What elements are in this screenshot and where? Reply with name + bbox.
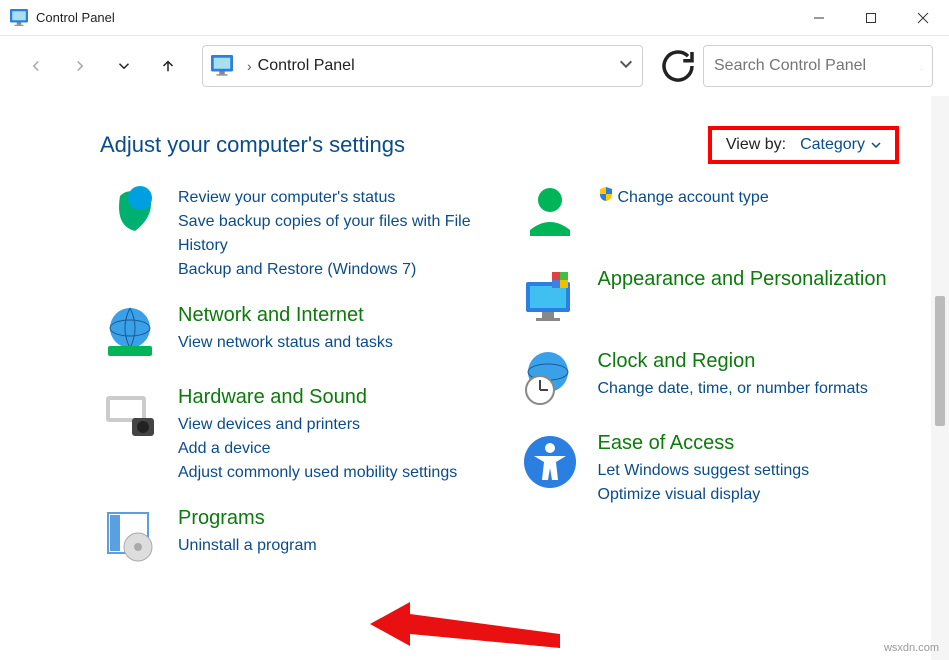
link-review-status[interactable]: Review your computer's status: [178, 186, 480, 210]
link-devices-printers[interactable]: View devices and printers: [178, 413, 480, 437]
recent-dropdown[interactable]: [104, 46, 144, 86]
category-security: Review your computer's status Save backu…: [100, 186, 480, 282]
refresh-button[interactable]: [657, 45, 699, 87]
chevron-down-icon: [871, 142, 881, 148]
ease-of-access-icon: [520, 432, 580, 492]
link-change-account[interactable]: Change account type: [598, 186, 900, 210]
minimize-button[interactable]: [793, 0, 845, 36]
category-network: Network and Internet View network status…: [100, 304, 480, 364]
title-programs[interactable]: Programs: [178, 507, 480, 530]
window-controls: [793, 0, 949, 36]
main-content: Adjust your computer's settings View by:…: [0, 96, 949, 660]
appearance-icon: [520, 268, 580, 328]
search-icon: [921, 57, 922, 75]
network-icon: [100, 304, 160, 364]
category-hardware: Hardware and Sound View devices and prin…: [100, 386, 480, 485]
link-backup-restore[interactable]: Backup and Restore (Windows 7): [178, 258, 480, 282]
category-clock: Clock and Region Change date, time, or n…: [520, 350, 900, 410]
title-ease[interactable]: Ease of Access: [598, 432, 900, 455]
search-box[interactable]: [703, 45, 933, 87]
column-right: Change account type Appearance and Perso…: [520, 194, 900, 589]
programs-icon: [100, 507, 160, 567]
scrollbar[interactable]: [931, 96, 949, 660]
page-heading: Adjust your computer's settings: [100, 132, 405, 158]
breadcrumb-separator: ›: [247, 58, 252, 74]
link-uninstall[interactable]: Uninstall a program: [178, 534, 480, 558]
link-optimize-visual[interactable]: Optimize visual display: [598, 483, 900, 507]
security-icon: [100, 186, 160, 246]
link-add-device[interactable]: Add a device: [178, 437, 480, 461]
link-network-status[interactable]: View network status and tasks: [178, 331, 480, 355]
breadcrumb-text[interactable]: Control Panel: [258, 57, 618, 75]
title-clock[interactable]: Clock and Region: [598, 350, 900, 373]
chevron-down-icon[interactable]: [618, 56, 634, 77]
shield-icon: [598, 186, 614, 210]
up-button[interactable]: [148, 46, 188, 86]
clock-icon: [520, 350, 580, 410]
titlebar: Control Panel: [0, 0, 949, 36]
maximize-button[interactable]: [845, 0, 897, 36]
back-button[interactable]: [16, 46, 56, 86]
title-hardware[interactable]: Hardware and Sound: [178, 386, 480, 409]
category-ease: Ease of Access Let Windows suggest setti…: [520, 432, 900, 507]
scrollbar-thumb[interactable]: [935, 296, 945, 426]
category-appearance: Appearance and Personalization: [520, 268, 900, 328]
search-input[interactable]: [714, 57, 921, 75]
view-by-dropdown[interactable]: Category: [800, 136, 881, 154]
hardware-icon: [100, 386, 160, 446]
control-panel-icon: [10, 9, 28, 27]
toolbar: › Control Panel: [0, 36, 949, 96]
title-network[interactable]: Network and Internet: [178, 304, 480, 327]
forward-button[interactable]: [60, 46, 100, 86]
category-accounts: Change account type: [520, 186, 900, 246]
address-bar[interactable]: › Control Panel: [202, 45, 643, 87]
link-file-history[interactable]: Save backup copies of your files with Fi…: [178, 210, 480, 258]
watermark: wsxdn.com: [884, 642, 939, 654]
link-date-formats[interactable]: Change date, time, or number formats: [598, 377, 900, 401]
link-mobility[interactable]: Adjust commonly used mobility settings: [178, 461, 480, 485]
link-suggest-settings[interactable]: Let Windows suggest settings: [598, 459, 900, 483]
window-title: Control Panel: [36, 10, 793, 25]
column-left: Review your computer's status Save backu…: [100, 194, 480, 589]
title-appearance[interactable]: Appearance and Personalization: [598, 268, 900, 291]
accounts-icon: [520, 186, 580, 246]
view-by-label: View by:: [726, 136, 786, 154]
control-panel-icon: [211, 55, 233, 77]
category-programs: Programs Uninstall a program: [100, 507, 480, 567]
close-button[interactable]: [897, 0, 949, 36]
annotation-arrow: [370, 594, 570, 654]
view-by-control: View by: Category: [708, 126, 899, 164]
